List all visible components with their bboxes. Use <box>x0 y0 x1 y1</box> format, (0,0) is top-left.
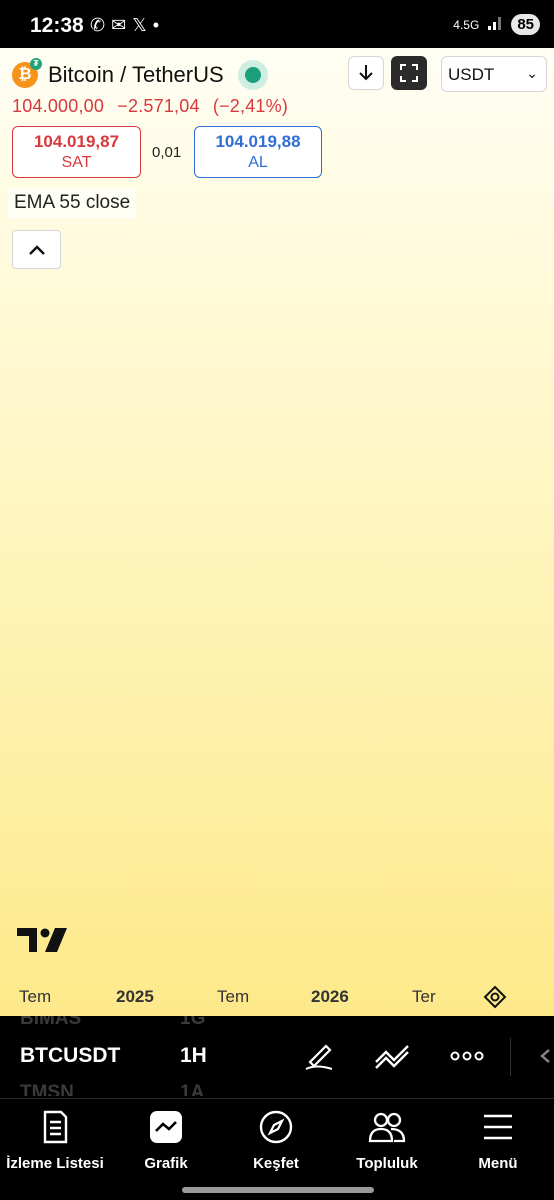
toolbar-interval[interactable]: 1H <box>180 1044 207 1068</box>
x-tick-label: Ter <box>412 987 436 1006</box>
nav-explore[interactable]: Keşfet <box>221 1109 331 1172</box>
status-bar: 12:38 ✆✉𝕏• 4.5G 85 <box>0 0 554 48</box>
sell-price: 104.019,87 <box>33 132 120 151</box>
fullscreen-button[interactable] <box>391 56 427 90</box>
signal-icon <box>487 15 503 34</box>
tradingview-logo-icon <box>17 928 67 957</box>
chevron-left-icon[interactable] <box>538 1048 552 1069</box>
spread-value: 0,01 <box>152 144 182 161</box>
nav-watchlist[interactable]: İzleme Listesi <box>0 1109 110 1172</box>
chart-toolbar: BIMAS 1G BTCUSDT 1H TMSN 1A <box>0 1016 554 1096</box>
currency-select[interactable]: USDT ⌄ <box>441 56 547 92</box>
currency-value: USDT <box>448 65 495 84</box>
more-icon[interactable] <box>450 1044 484 1073</box>
chart-icon <box>111 1109 221 1145</box>
x-tick-label: Tem <box>217 987 250 1006</box>
download-button[interactable] <box>348 56 384 90</box>
reset-zoom-button[interactable] <box>482 984 508 1015</box>
indicator-legend[interactable]: EMA 55 close <box>8 188 137 218</box>
network-label: 4.5G <box>453 17 480 32</box>
collapse-legend-button[interactable] <box>12 230 61 269</box>
symbol-header[interactable]: ₿ ₮ Bitcoin / TetherUS <box>12 58 268 90</box>
ghost-interval-above: 1G <box>180 1016 206 1029</box>
x-icon: 𝕏 <box>132 15 153 35</box>
price-change-pct: (−2,41%) <box>212 96 289 116</box>
home-indicator <box>182 1187 374 1193</box>
ghost-interval-below: 1A <box>180 1082 205 1096</box>
chevron-up-icon <box>28 244 45 255</box>
market-open-dot <box>244 67 261 83</box>
arrow-down-icon <box>359 65 373 81</box>
menu-icon <box>443 1109 553 1145</box>
x-tick-label: 2026 <box>311 987 349 1006</box>
dot-icon: • <box>152 15 166 35</box>
drawing-tools-icon[interactable] <box>372 1038 412 1077</box>
symbol-title[interactable]: Bitcoin / TetherUS <box>48 62 224 88</box>
time-axis[interactable]: Tem 2025 Tem 2026 Ter <box>0 981 554 1016</box>
bitcoin-logo-icon: ₿ ₮ <box>12 58 42 88</box>
fullscreen-icon <box>400 64 418 82</box>
battery-badge: 85 <box>511 14 540 35</box>
toolbar-symbol[interactable]: BTCUSDT <box>20 1044 120 1068</box>
price-summary: 104.000,00 −2.571,04 (−2,41%) <box>12 96 296 117</box>
nav-menu[interactable]: Menü <box>443 1109 553 1172</box>
price-change: −2.571,04 <box>117 96 200 116</box>
buy-button[interactable]: 104.019,88 AL <box>194 126 322 178</box>
nav-label: Menü <box>478 1155 518 1172</box>
nav-label: Grafik <box>144 1155 188 1172</box>
toolbar-divider <box>510 1038 511 1076</box>
whatsapp-icon: ✆ <box>90 15 112 35</box>
buy-label: AL <box>248 154 268 171</box>
sell-label: SAT <box>61 154 92 171</box>
x-tick-label: Tem <box>19 987 52 1006</box>
buy-price: 104.019,88 <box>215 132 301 151</box>
nav-chart[interactable]: Grafik <box>111 1109 221 1172</box>
compass-icon <box>221 1109 331 1145</box>
reset-scale-icon <box>483 985 507 1009</box>
market-status-indicator[interactable] <box>237 60 268 90</box>
nav-label: Topluluk <box>356 1155 418 1172</box>
chat-icon: ✉ <box>111 15 133 35</box>
community-icon <box>332 1109 442 1145</box>
x-tick-label: 2025 <box>116 987 154 1006</box>
tether-badge-icon: ₮ <box>30 58 42 70</box>
status-time: 12:38 <box>30 14 84 37</box>
watchlist-icon <box>0 1109 110 1145</box>
nav-community[interactable]: Topluluk <box>332 1109 442 1172</box>
notification-icons: ✆✉𝕏• <box>90 15 165 36</box>
last-price: 104.000,00 <box>12 96 105 116</box>
nav-label: İzleme Listesi <box>6 1155 104 1172</box>
sell-button[interactable]: 104.019,87 SAT <box>12 126 141 178</box>
nav-label: Keşfet <box>253 1155 299 1172</box>
chevron-down-icon: ⌄ <box>526 65 538 81</box>
bottom-navigation: İzleme Listesi Grafik Keşfet Topluluk Me… <box>0 1098 554 1200</box>
ghost-symbol-below: TMSN <box>20 1082 74 1096</box>
ghost-symbol-above: BIMAS <box>20 1016 82 1029</box>
pencil-icon[interactable] <box>302 1038 336 1077</box>
chart-area[interactable]: 350.000,00290.000,00230.000,00190.000,00… <box>0 48 554 1016</box>
